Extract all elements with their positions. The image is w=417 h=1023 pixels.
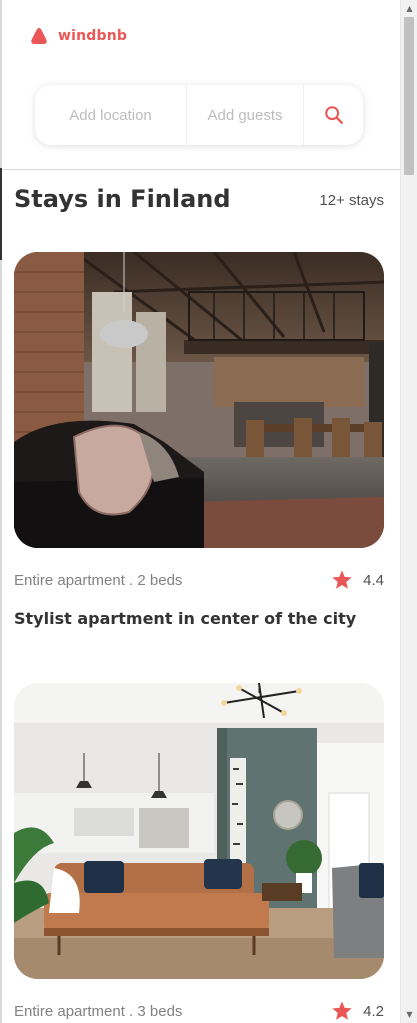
guests-input[interactable]: Add guests — [187, 85, 304, 145]
stay-type: Entire apartment . 2 beds — [14, 571, 183, 589]
rating-value: 4.2 — [363, 1002, 384, 1020]
stay-count: 12+ stays — [319, 192, 384, 209]
logo[interactable]: windbnb — [29, 26, 127, 46]
stay-title[interactable]: Stylist apartment in center of the city — [14, 609, 384, 628]
stay-rating: 4.2 — [331, 1000, 384, 1022]
page: windbnb Add location Add guests Stays in… — [2, 0, 400, 1023]
location-input[interactable]: Add location — [35, 85, 187, 145]
search-button[interactable] — [304, 85, 363, 145]
brand-name: windbnb — [58, 28, 128, 44]
rating-value: 4.4 — [363, 571, 384, 589]
living-room-photo-illustration — [14, 683, 384, 979]
stay-card[interactable]: Entire apartment . 2 beds 4.4 Stylist ap… — [14, 252, 384, 628]
scroll-up-arrow-icon[interactable]: ▲ — [401, 0, 417, 17]
scroll-down-arrow-icon[interactable]: ▼ — [401, 1006, 417, 1023]
scroll-thumb[interactable] — [404, 17, 414, 175]
site-header: windbnb Add location Add guests — [2, 0, 400, 170]
star-icon — [332, 570, 352, 589]
vertical-scrollbar[interactable]: ▲ ▼ — [400, 0, 417, 1023]
search-bar: Add location Add guests — [35, 85, 363, 145]
star-icon — [332, 1001, 352, 1020]
stay-card[interactable]: Entire apartment . 3 beds 4.2 — [14, 683, 384, 1023]
windbnb-logo-icon — [31, 28, 47, 44]
stay-photo[interactable] — [14, 252, 384, 548]
location-placeholder: Add location — [69, 106, 152, 124]
stay-type: Entire apartment . 3 beds — [14, 1002, 183, 1020]
search-icon — [324, 106, 343, 124]
page-title: Stays in Finland — [14, 185, 231, 213]
guests-placeholder: Add guests — [207, 106, 283, 124]
stay-rating: 4.4 — [331, 569, 384, 591]
loft-photo-illustration — [14, 252, 384, 548]
stay-photo[interactable] — [14, 683, 384, 979]
